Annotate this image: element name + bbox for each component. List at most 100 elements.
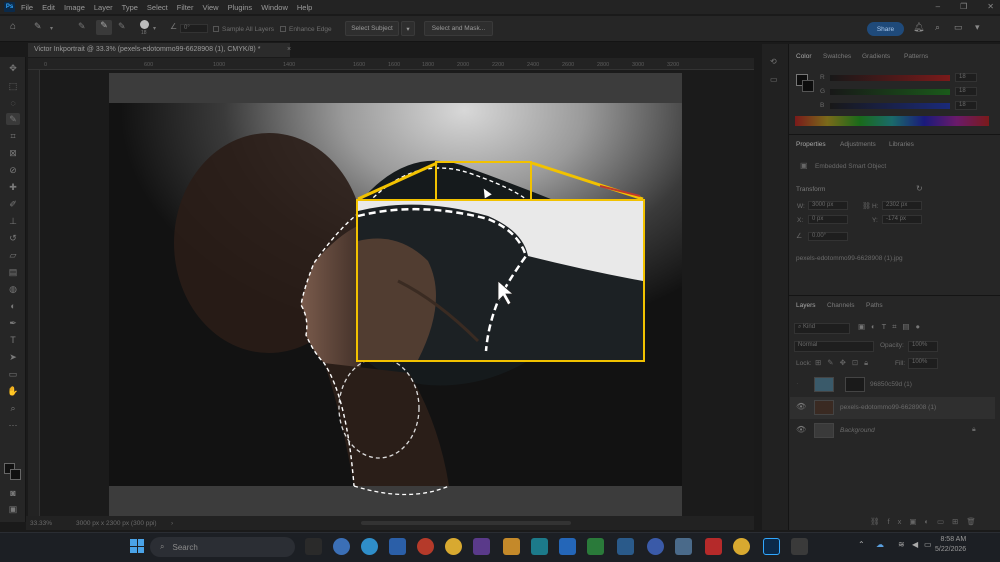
- opacity-field[interactable]: 100%: [908, 341, 938, 352]
- search-icon: ⌕: [160, 542, 165, 551]
- channel-b-slider[interactable]: [830, 103, 950, 109]
- filter-kind-label: Kind: [803, 324, 816, 330]
- tab-color[interactable]: Color: [796, 53, 812, 60]
- tab-adjustments[interactable]: Adjustments: [840, 141, 876, 148]
- onedrive-icon[interactable]: ☁: [876, 540, 884, 549]
- y-field[interactable]: -174 px: [882, 215, 922, 224]
- tab-libraries[interactable]: Libraries: [889, 141, 914, 148]
- panel-divider: [788, 134, 1000, 135]
- channel-r-slider[interactable]: [830, 75, 950, 81]
- smart-object-icon: ▣: [800, 161, 808, 170]
- search-placeholder: Search: [172, 542, 198, 552]
- w-label: W:: [797, 203, 805, 210]
- zoomed-hair-detail: [358, 201, 643, 360]
- panel-icon-strip: ⟲ ▭: [762, 44, 788, 530]
- edge-icon[interactable]: [361, 538, 378, 555]
- layer-actions-icons[interactable]: ⛓fx▣◐▭⊞🗑︎: [870, 517, 984, 526]
- lock-icons[interactable]: ⊞✎✥⊡🔒︎: [815, 358, 874, 368]
- linked-file-name: pexels-edotommo99-6628908 (1).jpg: [796, 255, 903, 262]
- tab-properties[interactable]: Properties: [796, 141, 826, 148]
- app-gray-icon[interactable]: [791, 538, 808, 555]
- y-label: Y:: [872, 217, 878, 224]
- tab-swatches[interactable]: Swatches: [823, 53, 851, 60]
- tab-gradients[interactable]: Gradients: [862, 53, 890, 60]
- acrobat-icon[interactable]: [705, 538, 722, 555]
- chrome-profile-icon[interactable]: [733, 538, 750, 555]
- x-field[interactable]: 0 px: [808, 215, 848, 224]
- layer-name: Background: [840, 427, 875, 434]
- app-slate-icon[interactable]: [675, 538, 692, 555]
- chrome-icon[interactable]: [333, 538, 350, 555]
- panel-divider: [788, 295, 1000, 296]
- channel-b-label: B: [820, 102, 825, 109]
- fill-label: Fill:: [895, 360, 906, 367]
- app-blue-icon[interactable]: [617, 538, 634, 555]
- zoom-level[interactable]: 33.33%: [30, 520, 52, 527]
- clock[interactable]: 8:58 AM 5/22/2026: [935, 535, 966, 555]
- history-panel-icon[interactable]: ⟲: [770, 57, 777, 66]
- battery-icon[interactable]: ▭: [924, 540, 932, 549]
- x-label: X:: [797, 217, 804, 224]
- layer-lock-icon: 🔒︎: [972, 426, 976, 433]
- visibility-icon[interactable]: 👁︎: [796, 425, 806, 434]
- color-background-swatch[interactable]: [802, 80, 814, 92]
- tab-patterns[interactable]: Patterns: [904, 53, 928, 60]
- word-icon[interactable]: [389, 538, 406, 555]
- layer-name: 96850c59d (1): [870, 381, 912, 388]
- tab-layers[interactable]: Layers: [796, 302, 816, 309]
- channel-g-field[interactable]: 18: [955, 87, 977, 96]
- angle-icon: ∠: [796, 233, 803, 240]
- wifi-icon[interactable]: ≋: [898, 540, 905, 549]
- layer-row[interactable]: 👁︎ pexels-edotommo99-6628908 (1): [790, 397, 995, 419]
- app-red-icon[interactable]: [417, 538, 434, 555]
- channel-g-slider[interactable]: [830, 89, 950, 95]
- channel-b-field[interactable]: 18: [955, 101, 977, 110]
- task-view-icon[interactable]: [305, 538, 322, 555]
- layer-name: pexels-edotommo99-6628908 (1): [840, 404, 937, 411]
- layer-filter-icons[interactable]: ▣◐T⌗▤●: [858, 322, 926, 332]
- app-purple-icon[interactable]: [473, 538, 490, 555]
- document-size: 3000 px x 2300 px (300 ppi): [76, 520, 157, 527]
- photoshop-taskbar-icon[interactable]: [763, 538, 780, 555]
- visibility-off-icon[interactable]: ·: [796, 379, 799, 388]
- excel-icon[interactable]: [587, 538, 604, 555]
- layer-mask-thumbnail: [845, 377, 865, 392]
- status-chevron-icon[interactable]: ›: [171, 520, 173, 527]
- height-field[interactable]: 2302 px: [882, 201, 922, 210]
- chrome-alt-icon[interactable]: [445, 538, 462, 555]
- color-spectrum[interactable]: [795, 116, 989, 126]
- layer-row[interactable]: 👁︎ Background 🔒︎: [790, 420, 995, 442]
- zoom-app-icon[interactable]: [647, 538, 664, 555]
- tab-paths[interactable]: Paths: [866, 302, 883, 309]
- channel-g-label: G: [820, 88, 826, 95]
- channel-r-field[interactable]: 18: [955, 73, 977, 82]
- outlook-icon[interactable]: [559, 538, 576, 555]
- fill-field[interactable]: 100%: [908, 358, 938, 369]
- lock-label: Lock:: [796, 360, 812, 367]
- opacity-label: Opacity:: [880, 342, 904, 349]
- blend-mode-select[interactable]: Normal: [794, 341, 874, 352]
- layer-kind-filter[interactable]: ⌕ Kind: [794, 323, 850, 334]
- tray-chevron-icon[interactable]: ⌃: [858, 540, 865, 549]
- link-icon[interactable]: ⛓: [862, 202, 871, 210]
- layer-row[interactable]: · 96850c59d (1): [790, 374, 995, 396]
- clock-date: 5/22/2026: [935, 546, 967, 553]
- channel-r-label: R: [820, 74, 825, 81]
- h-label: H:: [872, 203, 879, 210]
- rotation-field[interactable]: 0.00°: [808, 232, 848, 241]
- start-button[interactable]: [130, 539, 144, 553]
- volume-icon[interactable]: ◀: [912, 540, 918, 549]
- reset-transform-icon[interactable]: ↻: [916, 184, 923, 193]
- file-explorer-icon[interactable]: [503, 538, 520, 555]
- width-field[interactable]: 3000 px: [808, 201, 848, 210]
- layer-thumbnail: [814, 423, 834, 438]
- object-type-label: Embedded Smart Object: [815, 163, 887, 170]
- status-bar: 33.33% 3000 px x 2300 px (300 ppi) ›: [26, 516, 754, 530]
- taskbar-search[interactable]: ⌕ Search: [150, 537, 295, 557]
- app-teal-icon[interactable]: [531, 538, 548, 555]
- visibility-icon[interactable]: 👁︎: [796, 402, 806, 411]
- comments-panel-icon[interactable]: ▭: [770, 75, 778, 84]
- tab-channels[interactable]: Channels: [827, 302, 854, 309]
- horizontal-scrollbar[interactable]: [361, 521, 571, 525]
- layer-thumbnail: [814, 400, 834, 415]
